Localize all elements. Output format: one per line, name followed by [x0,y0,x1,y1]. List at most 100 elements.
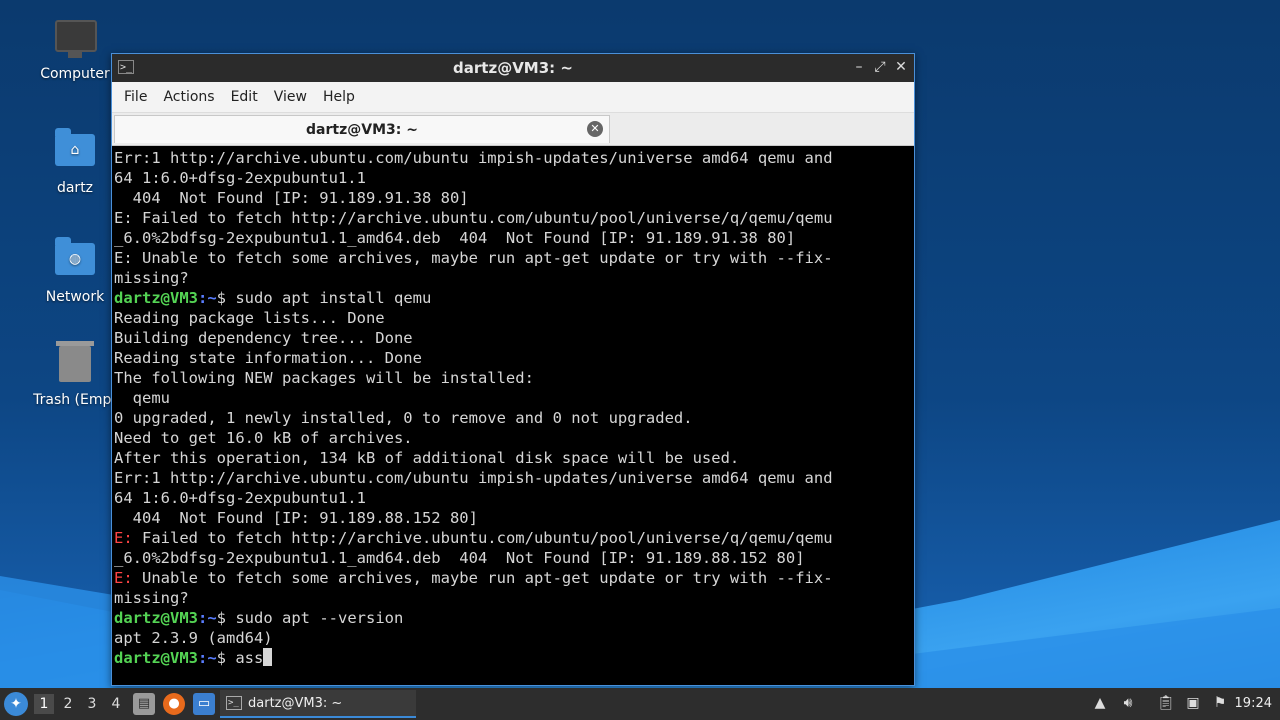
clock: 19:24 [1234,696,1272,711]
close-button[interactable]: ✕ [892,58,910,76]
prompt-symbol: $ [216,609,236,627]
output-text: 404 Not Found [IP: 91.189.91.38 80] [114,189,469,207]
menu-actions[interactable]: Actions [155,89,222,105]
output-text: 404 Not Found [IP: 91.189.88.152 80] [114,509,478,527]
output-text: 64 1:6.0+dfsg-2expubuntu1.1 [114,489,366,507]
desktop-icon-trash[interactable]: Trash (Empt [25,341,125,408]
up-arrow-icon[interactable]: ▲ [1090,693,1110,713]
terminal-line: E: Unable to fetch some archives, maybe … [114,248,914,268]
terminal-line: 64 1:6.0+dfsg-2expubuntu1.1 [114,488,914,508]
terminal-line: qemu [114,388,914,408]
prompt-symbol: $ [216,289,236,307]
output-text: Err:1 http://archive.ubuntu.com/ubuntu i… [114,469,833,487]
terminal-tab[interactable]: dartz@VM3: ~ ✕ [114,115,610,143]
terminal-line: Reading state information... Done [114,348,914,368]
prompt-user: dartz@VM3 [114,289,198,307]
terminal-line: E: Unable to fetch some archives, maybe … [114,568,914,588]
network-display-icon[interactable]: ▣ [1183,693,1203,713]
output-text: E: Failed to fetch http://archive.ubuntu… [114,209,833,227]
terminal-line: _6.0%2bdfsg-2expubuntu1.1_amd64.deb 404 … [114,548,914,568]
tab-label: dartz@VM3: ~ [306,122,418,138]
desktop-icon-label: Network [45,289,105,305]
output-text: Unable to fetch some archives, maybe run… [132,569,833,587]
terminal-line: Reading package lists... Done [114,308,914,328]
output-text: Need to get 16.0 kB of archives. [114,429,413,447]
terminal-line: After this operation, 134 kB of addition… [114,448,914,468]
prompt-path: :~ [198,289,217,307]
output-text: After this operation, 134 kB of addition… [114,449,740,467]
output-text: 64 1:6.0+dfsg-2expubuntu1.1 [114,169,366,187]
error-prefix: E: [114,569,133,587]
terminal-line: E: Failed to fetch http://archive.ubuntu… [114,208,914,228]
home-folder-icon: ⌂ [55,128,95,174]
output-text: The following NEW packages will be insta… [114,369,534,387]
output-text: _6.0%2bdfsg-2expubuntu1.1_amd64.deb 404 … [114,229,796,247]
task-label: dartz@VM3: ~ [248,696,343,711]
tab-close-icon[interactable]: ✕ [587,121,603,137]
terminal-icon: >_ [226,696,242,710]
output-text: Failed to fetch http://archive.ubuntu.co… [132,529,833,547]
terminal-line: 64 1:6.0+dfsg-2expubuntu1.1 [114,168,914,188]
workspace-1[interactable]: 1 [34,694,54,714]
desktop-icon-computer[interactable]: Computer [25,20,125,82]
workspace-2[interactable]: 2 [58,694,78,714]
command-text: ass [235,649,264,667]
menu-edit[interactable]: Edit [223,89,266,105]
output-text: apt 2.3.9 (amd64) [114,629,273,647]
prompt-user: dartz@VM3 [114,609,198,627]
terminal-line: dartz@VM3:~$ sudo apt install qemu [114,288,914,308]
desktop-icon-network[interactable]: ◍ Network [25,237,125,305]
computer-icon [55,20,97,60]
network-folder-icon: ◍ [55,237,95,283]
maximize-button[interactable]: ⤢ [871,58,889,76]
terminal-line: Need to get 16.0 kB of archives. [114,428,914,448]
minimize-button[interactable]: – [850,58,868,76]
terminal-line: Err:1 http://archive.ubuntu.com/ubuntu i… [114,468,914,488]
clipboard-icon[interactable]: 📋︎ [1156,693,1176,713]
tab-bar: dartz@VM3: ~ ✕ [112,113,914,146]
terminal-line: Err:1 http://archive.ubuntu.com/ubuntu i… [114,148,914,168]
terminal-line: dartz@VM3:~$ ass [114,648,914,668]
menu-view[interactable]: View [266,89,315,105]
error-prefix: E: [114,529,133,547]
output-text: E: Unable to fetch some archives, maybe … [114,249,833,267]
output-text: Reading state information... Done [114,349,422,367]
terminal-line: 404 Not Found [IP: 91.189.91.38 80] [114,188,914,208]
terminal-line: dartz@VM3:~$ sudo apt --version [114,608,914,628]
text-cursor [263,648,273,666]
prompt-user: dartz@VM3 [114,649,198,667]
command-text: sudo apt install qemu [235,289,432,307]
desktop-icon[interactable]: ▭ [193,693,215,715]
terminal-line: _6.0%2bdfsg-2expubuntu1.1_amd64.deb 404 … [114,228,914,248]
start-menu-icon[interactable]: ✦ [4,692,28,716]
output-text: Reading package lists... Done [114,309,385,327]
output-text: missing? [114,589,189,607]
terminal-window: >_ dartz@VM3: ~ – ⤢ ✕ File Actions Edit … [111,53,915,686]
volume-icon[interactable]: 🔊︎ [1118,693,1138,713]
workspace-4[interactable]: 4 [106,694,126,714]
menu-file[interactable]: File [116,89,155,105]
taskbar-task-terminal[interactable]: >_ dartz@VM3: ~ [220,690,416,718]
output-text: 0 upgraded, 1 newly installed, 0 to remo… [114,409,693,427]
notification-icon[interactable]: ⚑ [1210,693,1230,713]
terminal-line: missing? [114,588,914,608]
window-titlebar[interactable]: >_ dartz@VM3: ~ – ⤢ ✕ [112,54,914,82]
trash-icon [55,341,95,386]
terminal-output[interactable]: Err:1 http://archive.ubuntu.com/ubuntu i… [114,148,914,685]
terminal-line: Building dependency tree... Done [114,328,914,348]
firefox-icon[interactable]: ● [163,693,185,715]
desktop-icon-label: dartz [56,180,94,196]
taskbar: ✦ 1 2 3 4 ▤ ● ▭ >_ dartz@VM3: ~ ▲ 🔊︎ 📋︎ … [0,688,1280,720]
terminal-line: The following NEW packages will be insta… [114,368,914,388]
desktop-icon-label: Trash (Empt [33,392,117,408]
window-title: dartz@VM3: ~ [453,59,573,77]
file-manager-icon[interactable]: ▤ [133,693,155,715]
workspace-3[interactable]: 3 [82,694,102,714]
menubar: File Actions Edit View Help [112,82,914,113]
terminal-line: apt 2.3.9 (amd64) [114,628,914,648]
output-text: Err:1 http://archive.ubuntu.com/ubuntu i… [114,149,833,167]
terminal-line: 404 Not Found [IP: 91.189.88.152 80] [114,508,914,528]
menu-help[interactable]: Help [315,89,363,105]
desktop-icon-home[interactable]: ⌂ dartz [25,128,125,196]
prompt-symbol: $ [216,649,236,667]
